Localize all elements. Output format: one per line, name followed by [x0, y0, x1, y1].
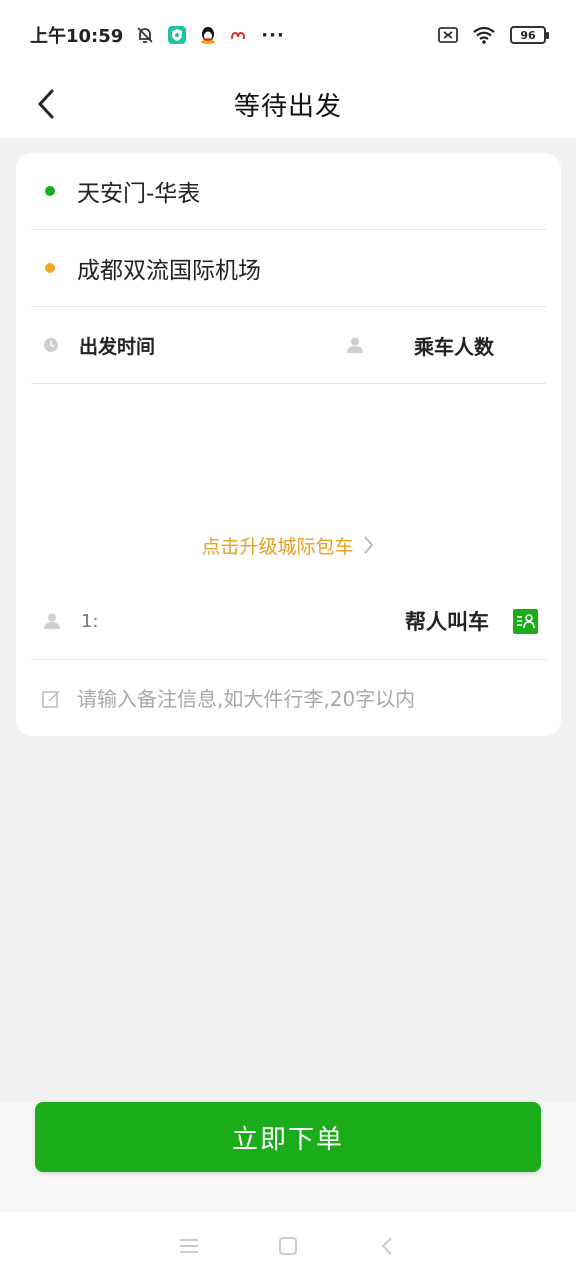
navigation-bar: 等待出发	[0, 70, 576, 138]
departure-time-selector[interactable]: 出发时间	[31, 332, 346, 359]
bottom-action-area: 立即下单	[0, 1102, 576, 1212]
home-nav-button[interactable]	[268, 1226, 308, 1266]
battery-indicator: 96	[510, 26, 549, 44]
menu-nav-button[interactable]	[169, 1226, 209, 1266]
page-title: 等待出发	[233, 91, 342, 122]
system-navigation-bar	[0, 1212, 576, 1280]
destination-location: 成都双流国际机场	[77, 258, 261, 284]
destination-dot	[45, 263, 55, 273]
status-time: 上午10:59	[30, 26, 124, 47]
clock-icon	[43, 337, 59, 353]
origin-dot	[45, 186, 55, 196]
order-now-button[interactable]: 立即下单	[35, 1102, 541, 1172]
rider-person-icon	[43, 612, 61, 630]
mail-app-icon	[229, 25, 249, 45]
call-for-others-label: 帮人叫车	[405, 610, 489, 634]
remark-row	[31, 660, 546, 737]
status-right: 96	[438, 25, 549, 45]
menu-icon	[180, 1239, 199, 1253]
qq-penguin-icon	[199, 25, 217, 45]
upgrade-intercity-charter-link[interactable]: 点击升级城际包车	[16, 528, 561, 562]
back-triangle-icon	[381, 1237, 392, 1255]
status-left: 上午10:59 ···	[30, 22, 285, 48]
origin-location: 天安门-华表	[77, 181, 201, 207]
home-square-icon	[278, 1237, 297, 1255]
security-shield-icon	[167, 25, 187, 45]
sim-error-icon	[438, 26, 458, 44]
trip-card: 天安门-华表 成都双流国际机场 出发时间 乘车人数 点击升级城际包车 1: 帮人…	[16, 153, 561, 736]
back-button[interactable]	[26, 82, 66, 126]
options-row: 出发时间 乘车人数	[31, 307, 546, 384]
chevron-right-icon	[363, 536, 373, 554]
wifi-icon	[472, 25, 496, 45]
status-bar: 上午10:59 ··· 96	[0, 0, 576, 70]
call-for-others-button[interactable]: 帮人叫车	[405, 606, 546, 636]
remark-input[interactable]	[77, 686, 517, 711]
passenger-count-label: 乘车人数	[414, 334, 494, 359]
rider-info: 1:	[31, 611, 99, 632]
rider-phone: 1:	[81, 610, 99, 632]
origin-row[interactable]: 天安门-华表	[31, 153, 546, 230]
departure-time-label: 出发时间	[79, 335, 156, 358]
back-arrow-icon	[38, 89, 54, 119]
edit-note-icon	[41, 689, 61, 709]
destination-row[interactable]: 成都双流国际机场	[31, 230, 546, 307]
contact-book-icon	[513, 608, 538, 634]
upgrade-label: 点击升级城际包车	[201, 535, 354, 558]
person-icon	[346, 336, 364, 354]
passenger-count-selector[interactable]: 乘车人数	[346, 331, 546, 360]
more-notifications-icon: ···	[261, 24, 285, 46]
alarm-off-icon	[135, 25, 155, 45]
back-nav-button[interactable]	[367, 1226, 407, 1266]
rider-row: 1: 帮人叫车	[31, 583, 546, 660]
